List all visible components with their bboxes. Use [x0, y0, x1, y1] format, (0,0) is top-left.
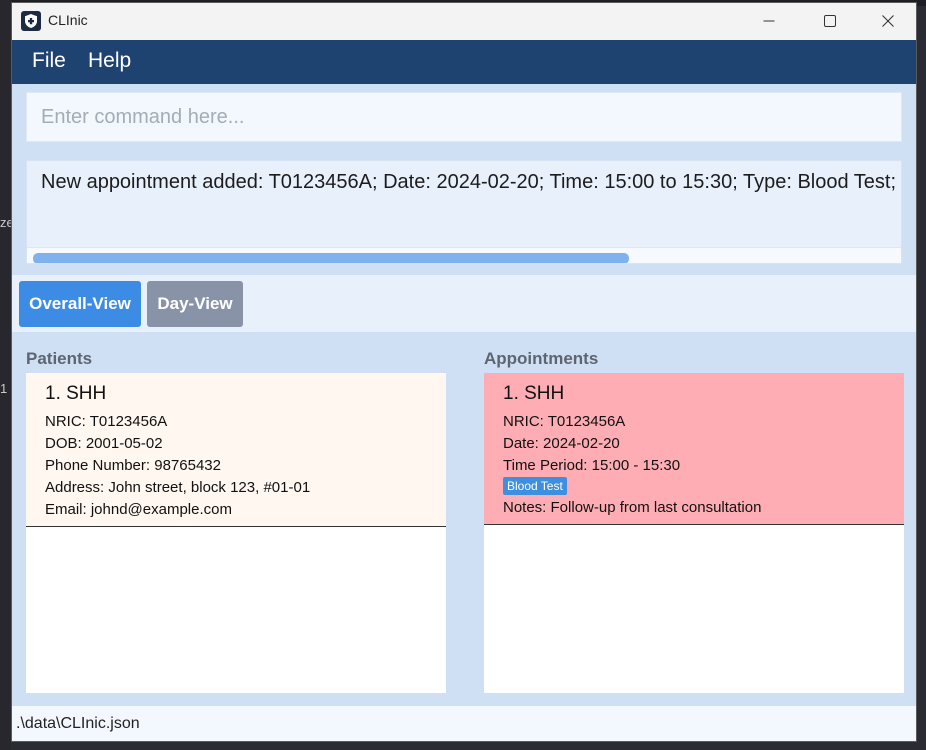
result-message: New appointment added: T0123456A; Date: … — [41, 171, 897, 193]
appointment-name: 1. SHH — [503, 383, 565, 404]
menu-file[interactable]: File — [32, 49, 66, 73]
patient-nric: NRIC: T0123456A — [45, 413, 168, 430]
desktop-edge-text: 1 — [0, 381, 8, 396]
appointment-card[interactable]: 1. SHH NRIC: T0123456A Date: 2024-02-20 … — [484, 373, 904, 525]
desktop-background-left — [0, 0, 11, 750]
horizontal-scrollbar[interactable] — [27, 247, 901, 263]
appointment-type-tag: Blood Test — [503, 477, 567, 495]
patients-title: Patients — [26, 349, 93, 368]
close-icon — [882, 15, 894, 27]
scrollbar-thumb[interactable] — [33, 253, 629, 263]
shield-icon — [21, 11, 41, 31]
menu-bar: File Help — [12, 40, 916, 84]
result-display: New appointment added: T0123456A; Date: … — [26, 160, 902, 264]
appointment-list[interactable]: 1. SHH NRIC: T0123456A Date: 2024-02-20 … — [484, 373, 904, 693]
patient-address: Address: John street, block 123, #01-01 — [45, 479, 311, 496]
patient-name: 1. SHH — [45, 383, 107, 404]
command-input[interactable]: Enter command here... — [26, 92, 902, 142]
appointments-title: Appointments — [484, 349, 599, 368]
appointment-nric: NRIC: T0123456A — [503, 413, 626, 430]
command-placeholder: Enter command here... — [41, 106, 245, 128]
command-panel: Enter command here... New appointment ad… — [12, 84, 916, 275]
day-view-button[interactable]: Day-View — [147, 281, 243, 327]
appointment-time: Time Period: 15:00 - 15:30 — [503, 457, 681, 474]
close-button[interactable] — [865, 3, 911, 40]
minimize-button[interactable] — [746, 3, 792, 40]
view-toggle-bar: Overall-View Day-View — [12, 275, 916, 332]
menu-help[interactable]: Help — [88, 49, 131, 73]
appointment-notes: Notes: Follow-up from last consultation — [503, 499, 762, 516]
patient-list[interactable]: 1. SHH NRIC: T0123456A DOB: 2001-05-02 P… — [26, 373, 446, 693]
patient-email: Email: johnd@example.com — [45, 501, 232, 518]
title-bar[interactable]: CLInic — [12, 3, 916, 40]
data-file-path: .\data\CLInic.json — [16, 715, 140, 732]
appointment-date: Date: 2024-02-20 — [503, 435, 620, 452]
window-title: CLInic — [48, 12, 88, 28]
overall-view-button[interactable]: Overall-View — [19, 281, 141, 327]
status-bar: .\data\CLInic.json — [12, 706, 916, 741]
patient-phone: Phone Number: 98765432 — [45, 457, 221, 474]
maximize-button[interactable] — [807, 3, 853, 40]
app-window: CLInic File Help Enter command here... N… — [11, 2, 917, 742]
patient-card[interactable]: 1. SHH NRIC: T0123456A DOB: 2001-05-02 P… — [26, 373, 446, 527]
maximize-icon — [824, 15, 836, 27]
patient-dob: DOB: 2001-05-02 — [45, 435, 163, 452]
lists-panel: Patients 1. SHH NRIC: T0123456A DOB: 200… — [12, 332, 916, 706]
minimize-icon — [763, 20, 775, 22]
